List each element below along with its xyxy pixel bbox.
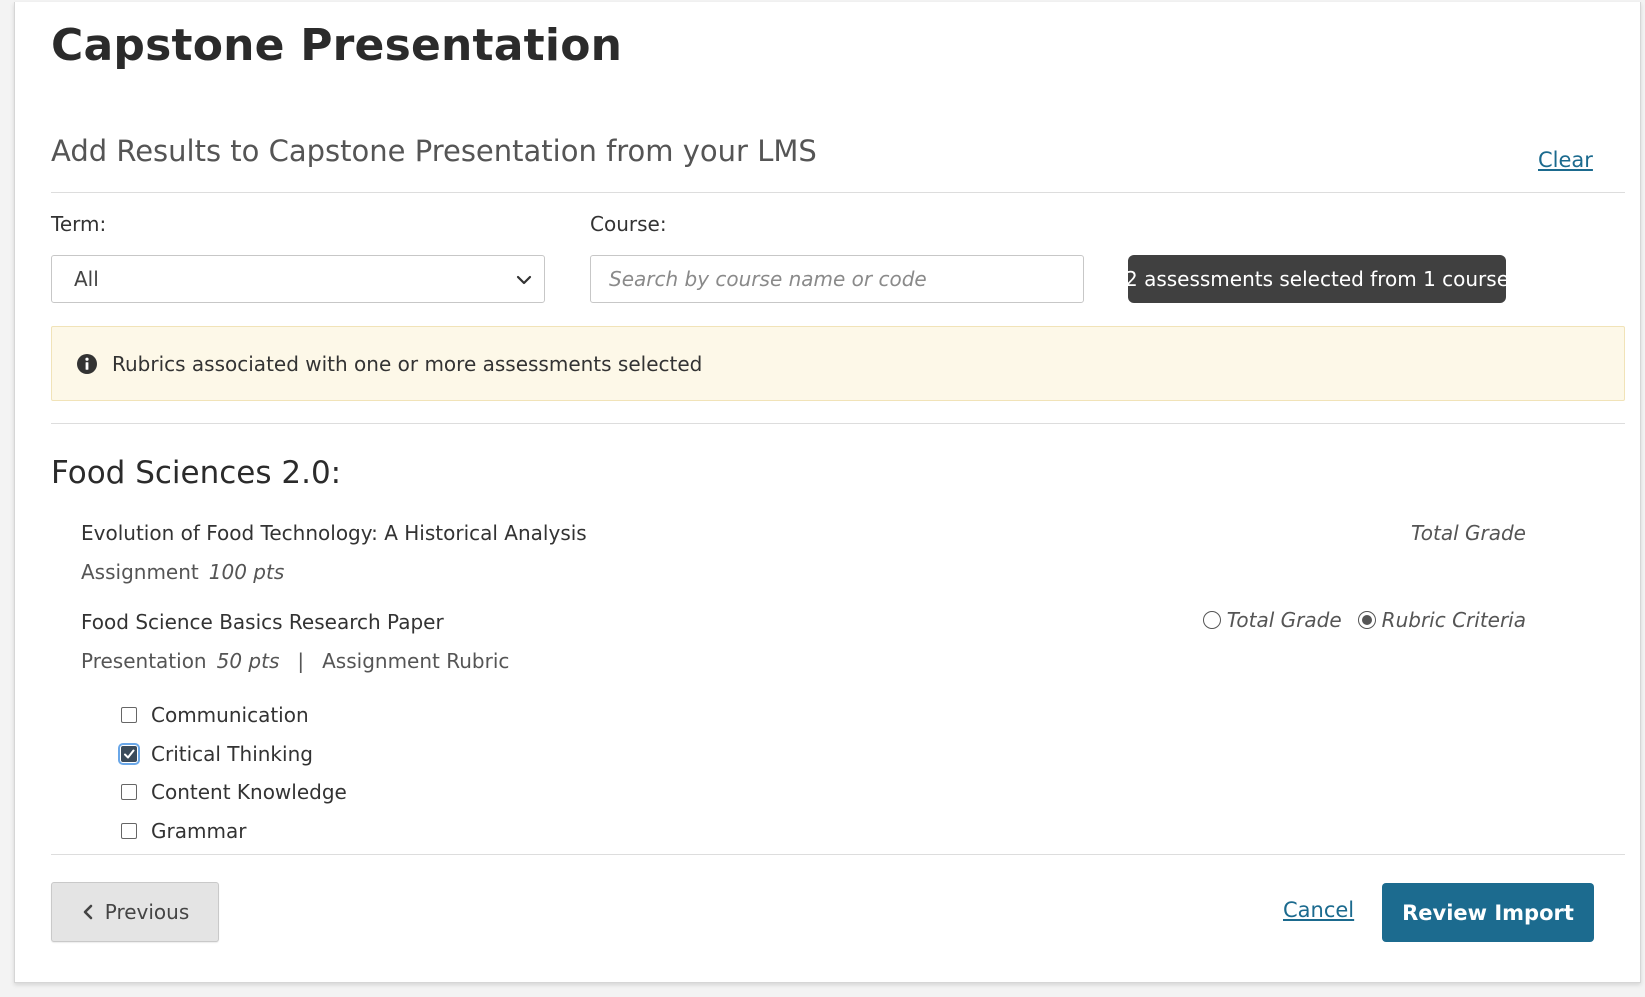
criterion-critical-thinking[interactable]: Critical Thinking xyxy=(118,735,347,774)
check-icon xyxy=(124,749,135,759)
assessment-points: 100 pts xyxy=(208,560,285,584)
review-import-button[interactable]: Review Import xyxy=(1382,883,1594,942)
assessment-meta: Assignment 100 pts xyxy=(81,560,284,584)
assessment-meta: Presentation 50 pts | Assignment Rubric xyxy=(81,649,509,673)
criterion-content-knowledge[interactable]: Content Knowledge xyxy=(121,773,347,812)
page-title: Capstone Presentation xyxy=(51,20,623,71)
assessment-type: Presentation xyxy=(81,649,207,673)
criterion-label: Grammar xyxy=(151,818,247,843)
chevron-left-icon xyxy=(83,904,93,920)
import-panel: Capstone Presentation Add Results to Cap… xyxy=(14,2,1641,983)
total-grade-radio-label[interactable]: Total Grade xyxy=(1227,608,1342,632)
criterion-checkbox[interactable] xyxy=(121,822,137,839)
criterion-grammar[interactable]: Grammar xyxy=(121,812,347,851)
divider xyxy=(51,854,1625,855)
assessment-points: 50 pts xyxy=(216,649,280,673)
assessment-title: Food Science Basics Research Paper xyxy=(81,610,444,634)
divider xyxy=(51,423,1625,424)
assessment-title: Evolution of Food Technology: A Historic… xyxy=(81,521,587,545)
assessment-rubric: Assignment Rubric xyxy=(322,649,510,673)
meta-separator: | xyxy=(297,649,305,673)
previous-button-label: Previous xyxy=(104,900,190,924)
info-icon xyxy=(77,353,97,374)
divider xyxy=(51,192,1625,193)
criterion-label: Content Knowledge xyxy=(151,780,347,805)
rubric-notice-text: Rubrics associated with one or more asse… xyxy=(112,351,703,376)
criterion-checkbox[interactable] xyxy=(118,742,140,765)
rubric-criteria-radio-label[interactable]: Rubric Criteria xyxy=(1382,608,1526,632)
term-label: Term: xyxy=(51,212,107,236)
selection-count-badge: 2 assessments selected from 1 course xyxy=(1125,255,1509,303)
course-search-input[interactable] xyxy=(590,255,1084,303)
rubric-criteria-radio[interactable] xyxy=(1357,611,1376,629)
rubric-criteria-list: Communication Critical Thinking Content … xyxy=(118,696,347,851)
chevron-down-icon xyxy=(516,275,532,285)
criterion-communication[interactable]: Communication xyxy=(121,696,347,735)
total-grade-radio[interactable] xyxy=(1202,611,1221,629)
grade-type-options: Total Grade Rubric Criteria xyxy=(1202,608,1526,632)
criterion-checkbox[interactable] xyxy=(121,784,137,801)
criterion-label: Communication xyxy=(151,703,309,728)
assessment-type: Assignment xyxy=(81,560,199,584)
cancel-link[interactable]: Cancel xyxy=(1283,898,1354,922)
previous-button[interactable]: Previous xyxy=(51,882,219,942)
section-title: Add Results to Capstone Presentation fro… xyxy=(51,134,817,168)
course-group-title: Food Sciences 2.0: xyxy=(51,455,342,491)
term-select[interactable]: All xyxy=(51,255,545,303)
course-label: Course: xyxy=(590,212,667,236)
clear-link[interactable]: Clear xyxy=(1538,148,1593,172)
criterion-label: Critical Thinking xyxy=(151,741,313,766)
rubric-notice: Rubrics associated with one or more asse… xyxy=(51,326,1625,401)
criterion-checkbox[interactable] xyxy=(121,707,137,724)
term-select-value: All xyxy=(74,267,99,291)
total-grade-label: Total Grade xyxy=(1411,521,1526,545)
